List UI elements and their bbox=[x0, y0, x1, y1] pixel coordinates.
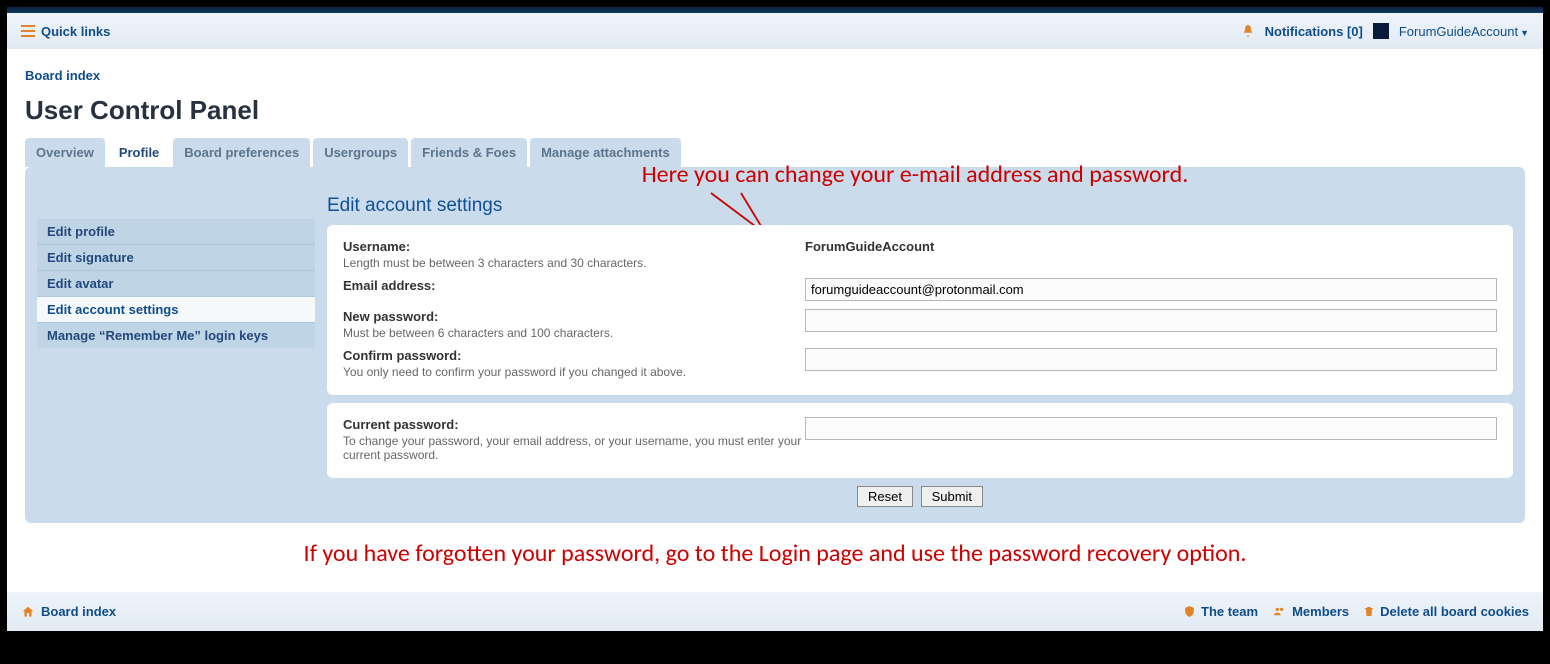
email-label: Email address: bbox=[343, 278, 436, 293]
breadcrumb-board-index[interactable]: Board index bbox=[25, 68, 100, 83]
footer-navbar: Board index The team Members bbox=[7, 592, 1543, 631]
page-title: User Control Panel bbox=[25, 95, 1525, 126]
sidemenu-edit-signature[interactable]: Edit signature bbox=[37, 245, 315, 271]
username-hint: Length must be between 3 characters and … bbox=[343, 256, 805, 270]
chevron-down-icon: ▼ bbox=[1520, 28, 1529, 38]
sidemenu-edit-profile[interactable]: Edit profile bbox=[37, 219, 315, 245]
quick-links-link[interactable]: Quick links bbox=[41, 24, 110, 39]
footer-members[interactable]: Members bbox=[1272, 604, 1349, 619]
current-password-input[interactable] bbox=[805, 417, 1497, 440]
current-password-fieldset: Current password: To change your passwor… bbox=[327, 403, 1513, 478]
confirm-password-label: Confirm password: bbox=[343, 348, 461, 363]
home-icon bbox=[21, 605, 35, 619]
sidemenu-edit-account-settings[interactable]: Edit account settings bbox=[37, 297, 315, 323]
tab-overview[interactable]: Overview bbox=[25, 138, 105, 167]
confirm-password-hint: You only need to confirm your password i… bbox=[343, 365, 805, 379]
annotation-text-bottom: If you have forgotten your password, go … bbox=[25, 539, 1525, 568]
tab-profile[interactable]: Profile bbox=[108, 138, 170, 167]
submit-button[interactable] bbox=[921, 486, 983, 507]
tab-board-preferences[interactable]: Board preferences bbox=[173, 138, 310, 167]
section-title: Edit account settings bbox=[327, 195, 1513, 217]
footer-the-team[interactable]: The team bbox=[1183, 604, 1258, 619]
footer-board-index[interactable]: Board index bbox=[41, 604, 116, 619]
new-password-label: New password: bbox=[343, 309, 438, 324]
confirm-password-input[interactable] bbox=[805, 348, 1497, 371]
current-password-label: Current password: bbox=[343, 417, 459, 432]
tab-friends-foes[interactable]: Friends & Foes bbox=[411, 138, 527, 167]
trash-icon bbox=[1363, 605, 1375, 618]
username-label: Username: bbox=[343, 239, 410, 254]
tab-manage-attachments[interactable]: Manage attachments bbox=[530, 138, 681, 167]
ucp-tabs: Overview Profile Board preferences Userg… bbox=[25, 138, 1525, 167]
footer-delete-cookies[interactable]: Delete all board cookies bbox=[1363, 604, 1529, 619]
notifications-link[interactable]: Notifications [0] bbox=[1265, 24, 1363, 39]
footer-the-team-label: The team bbox=[1201, 604, 1258, 619]
sidemenu-edit-avatar[interactable]: Edit avatar bbox=[37, 271, 315, 297]
new-password-input[interactable] bbox=[805, 309, 1497, 332]
footer-members-label: Members bbox=[1292, 604, 1349, 619]
account-settings-fieldset: Username: Length must be between 3 chara… bbox=[327, 225, 1513, 395]
tab-usergroups[interactable]: Usergroups bbox=[313, 138, 408, 167]
reset-button[interactable] bbox=[857, 486, 913, 507]
username-label: ForumGuideAccount bbox=[1399, 24, 1518, 39]
user-menu[interactable]: ForumGuideAccount▼ bbox=[1399, 24, 1529, 39]
menu-icon bbox=[21, 25, 35, 37]
sidemenu-remember-me-keys[interactable]: Manage “Remember Me” login keys bbox=[37, 323, 315, 348]
username-value: ForumGuideAccount bbox=[805, 239, 1497, 270]
top-navbar: Quick links Notifications [0] ForumGuide… bbox=[7, 13, 1543, 50]
avatar bbox=[1373, 23, 1389, 39]
shield-icon bbox=[1183, 605, 1196, 618]
current-password-hint: To change your password, your email addr… bbox=[343, 434, 805, 462]
profile-sidemenu: Edit profile Edit signature Edit avatar … bbox=[37, 197, 315, 348]
email-input[interactable] bbox=[805, 278, 1497, 301]
new-password-hint: Must be between 6 characters and 100 cha… bbox=[343, 326, 805, 340]
users-icon bbox=[1272, 605, 1287, 618]
footer-delete-cookies-label: Delete all board cookies bbox=[1380, 604, 1529, 619]
bell-icon bbox=[1241, 24, 1255, 38]
